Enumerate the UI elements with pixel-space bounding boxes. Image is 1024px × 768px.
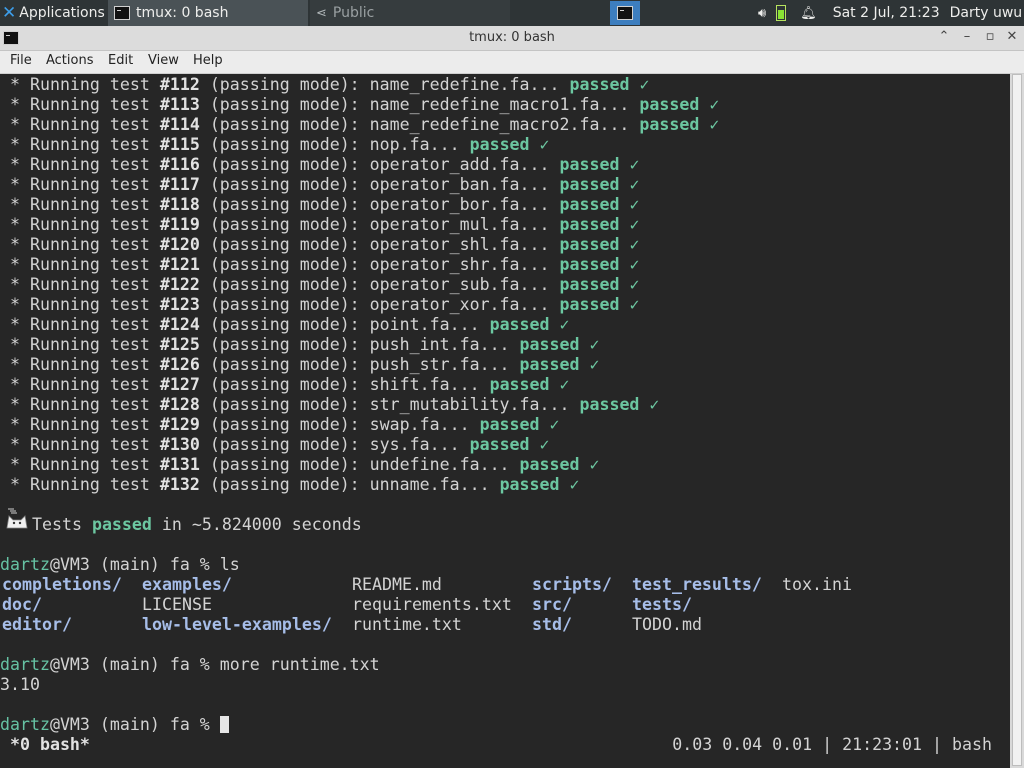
test-line: * Running test #123 (passing mode): oper… xyxy=(0,295,640,314)
test-line: * Running test #120 (passing mode): oper… xyxy=(0,235,640,254)
test-line: * Running test #114 (passing mode): name… xyxy=(0,115,720,134)
test-line: * Running test #125 (passing mode): push… xyxy=(0,335,600,354)
close-button[interactable]: ✕ xyxy=(1003,28,1021,46)
current-prompt[interactable]: dartz@VM3 (main) fa % xyxy=(0,715,229,735)
directory-entry: tests/ xyxy=(632,595,692,614)
tmux-clock: 21:23:01 xyxy=(842,735,923,754)
clock[interactable]: Sat 2 Jul, 21:23 xyxy=(833,5,940,21)
terminal-icon xyxy=(114,6,130,20)
top-panel: ✕ Applications tmux: 0 bash ⋖ Public 🔊︎ … xyxy=(0,0,1024,26)
window-titlebar[interactable]: tmux: 0 bash ⌃ – ▫ ✕ xyxy=(0,26,1024,51)
directory-entry: test_results/ xyxy=(632,575,762,594)
menu-file[interactable]: File xyxy=(10,53,32,68)
tmux-window-label[interactable]: *0 bash* xyxy=(0,735,90,754)
command-output: 3.10 xyxy=(0,675,40,694)
volume-icon[interactable]: 🔊︎ xyxy=(758,6,766,21)
file-entry: runtime.txt xyxy=(352,615,462,634)
tmux-session: bash xyxy=(952,735,992,754)
taskbar-item-tmux[interactable]: tmux: 0 bash xyxy=(108,0,308,26)
test-line: * Running test #119 (passing mode): oper… xyxy=(0,215,640,234)
bell-icon[interactable]: 🔔︎ xyxy=(800,6,817,21)
test-line: * Running test #129 (passing mode): swap… xyxy=(0,415,560,434)
test-line: * Running test #112 (passing mode): name… xyxy=(0,75,650,94)
file-entry: README.md xyxy=(352,575,442,594)
directory-entry: src/ xyxy=(532,595,572,614)
applications-label: Applications xyxy=(19,5,105,21)
test-line: * Running test #122 (passing mode): oper… xyxy=(0,275,640,294)
tmux-status-bar: *0 bash* 0.03 0.04 0.01 | 21:23:01 | bash xyxy=(0,735,992,754)
directory-entry: doc/ xyxy=(2,595,42,614)
test-line: * Running test #126 (passing mode): push… xyxy=(0,355,600,374)
battery-icon[interactable] xyxy=(776,5,787,21)
xfce-logo-icon: ✕ xyxy=(2,3,17,23)
directory-entry: low-level-examples/ xyxy=(142,615,332,634)
file-entry: LICENSE xyxy=(142,595,212,614)
file-entry: tox.ini xyxy=(782,575,852,594)
terminal-area[interactable]: * Running test #112 (passing mode): name… xyxy=(0,74,1010,768)
menu-actions[interactable]: Actions xyxy=(46,53,94,68)
taskbar-label: tmux: 0 bash xyxy=(136,5,229,21)
applications-menu-button[interactable]: ✕ Applications xyxy=(0,0,106,26)
test-line: * Running test #116 (passing mode): oper… xyxy=(0,155,640,174)
test-line: * Running test #113 (passing mode): name… xyxy=(0,95,720,114)
test-line: * Running test #121 (passing mode): oper… xyxy=(0,255,640,274)
directory-entry: editor/ xyxy=(2,615,72,634)
taskbar-item-public[interactable]: ⋖ Public xyxy=(310,0,510,26)
system-tray: 🔊︎ 🔔︎ Sat 2 Jul, 21:23 Darty uwu xyxy=(758,0,1022,26)
scrollbar-thumb[interactable] xyxy=(1012,74,1022,766)
cursor xyxy=(219,716,229,733)
window-title: tmux: 0 bash xyxy=(469,30,555,45)
test-line: * Running test #130 (passing mode): sys.… xyxy=(0,435,550,454)
test-line: * Running test #124 (passing mode): poin… xyxy=(0,315,570,334)
directory-entry: std/ xyxy=(532,615,572,634)
minimize-button[interactable]: – xyxy=(958,28,976,46)
menu-view[interactable]: View xyxy=(148,53,179,68)
test-line: * Running test #118 (passing mode): oper… xyxy=(0,195,640,214)
menu-edit[interactable]: Edit xyxy=(108,53,133,68)
test-line: * Running test #117 (passing mode): oper… xyxy=(0,175,640,194)
file-entry: TODO.md xyxy=(632,615,702,634)
shade-button[interactable]: ⌃ xyxy=(935,28,953,46)
share-icon: ⋖ xyxy=(316,5,327,21)
menubar: File Actions Edit View Help xyxy=(0,51,1024,74)
user-menu[interactable]: Darty uwu xyxy=(950,5,1023,21)
test-line: * Running test #127 (passing mode): shif… xyxy=(0,375,570,394)
terminal-icon xyxy=(617,6,633,20)
directory-entry: examples/ xyxy=(142,575,232,594)
workspace-switcher[interactable] xyxy=(610,1,640,25)
file-entry: requirements.txt xyxy=(352,595,512,614)
test-line: * Running test #131 (passing mode): unde… xyxy=(0,455,600,474)
menu-help[interactable]: Help xyxy=(193,53,223,68)
prompt-line: dartz@VM3 (main) fa % ls xyxy=(0,555,240,574)
prompt-line: dartz@VM3 (main) fa % more runtime.txt xyxy=(0,655,380,674)
taskbar-label: Public xyxy=(332,5,375,21)
maximize-button[interactable]: ▫ xyxy=(981,28,999,46)
test-line: * Running test #132 (passing mode): unna… xyxy=(0,475,580,494)
test-line: * Running test #115 (passing mode): nop.… xyxy=(0,135,550,154)
test-line: * Running test #128 (passing mode): str_… xyxy=(0,395,660,414)
directory-entry: completions/ xyxy=(2,575,122,594)
summary-line: Tests passed in ~5.824000 seconds xyxy=(32,515,362,534)
terminal-scrollbar[interactable] xyxy=(1010,74,1024,768)
directory-entry: scripts/ xyxy=(532,575,612,594)
load-average: 0.03 0.04 0.01 xyxy=(672,735,813,754)
